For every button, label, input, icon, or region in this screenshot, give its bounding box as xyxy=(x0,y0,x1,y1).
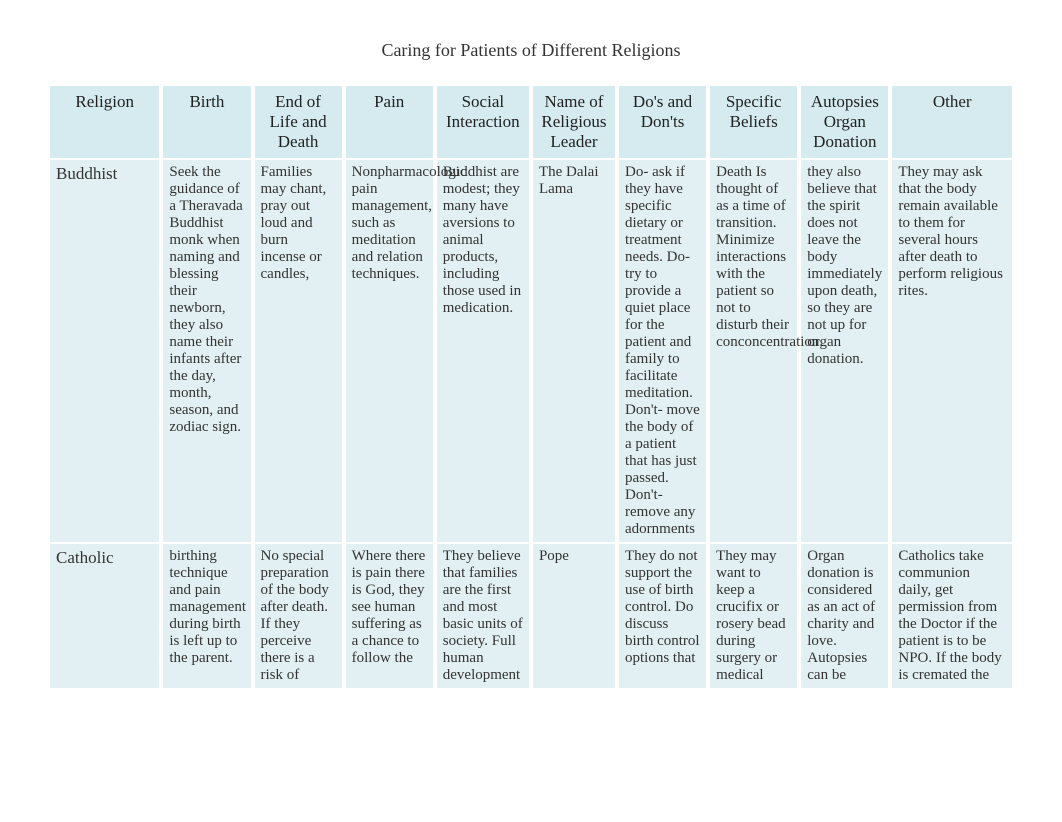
header-row: Religion Birth End of Life and Death Pai… xyxy=(50,86,1012,159)
cell-leader: The Dalai Lama xyxy=(531,159,617,543)
header-pain: Pain xyxy=(344,86,435,159)
cell-pain: Nonpharmacologic pain management, such a… xyxy=(344,159,435,543)
cell-dos: They do not support the use of birth con… xyxy=(617,543,708,688)
cell-religion: Buddhist xyxy=(50,159,161,543)
cell-social: They believe that families are the first… xyxy=(435,543,531,688)
header-leader: Name of Religious Leader xyxy=(531,86,617,159)
cell-pain: Where there is pain there is God, they s… xyxy=(344,543,435,688)
cell-endlife: No special preparation of the body after… xyxy=(253,543,344,688)
cell-beliefs: They may want to keep a crucifix or rose… xyxy=(708,543,799,688)
cell-social: Buddhist are modest; they many have aver… xyxy=(435,159,531,543)
header-birth: Birth xyxy=(161,86,252,159)
page-title: Caring for Patients of Different Religio… xyxy=(50,40,1012,61)
religion-table: Religion Birth End of Life and Death Pai… xyxy=(50,86,1012,688)
table-row: Buddhist Seek the guidance of a Theravad… xyxy=(50,159,1012,543)
header-other: Other xyxy=(890,86,1012,159)
cell-religion: Catholic xyxy=(50,543,161,688)
cell-birth: Seek the guidance of a Theravada Buddhis… xyxy=(161,159,252,543)
cell-beliefs: Death Is thought of as a time of transit… xyxy=(708,159,799,543)
header-social: Social Interaction xyxy=(435,86,531,159)
header-endlife: End of Life and Death xyxy=(253,86,344,159)
header-dos: Do's and Don'ts xyxy=(617,86,708,159)
cell-leader: Pope xyxy=(531,543,617,688)
cell-autopsy: they also believe that the spirit does n… xyxy=(799,159,890,543)
cell-dos: Do- ask if they have specific dietary or… xyxy=(617,159,708,543)
cell-endlife: Families may chant, pray out loud and bu… xyxy=(253,159,344,543)
header-autopsy: Autopsies Organ Donation xyxy=(799,86,890,159)
header-religion: Religion xyxy=(50,86,161,159)
table-row: Catholic birthing technique and pain man… xyxy=(50,543,1012,688)
cell-birth: birthing technique and pain management d… xyxy=(161,543,252,688)
cell-other: They may ask that the body remain availa… xyxy=(890,159,1012,543)
table-container: Religion Birth End of Life and Death Pai… xyxy=(50,86,1012,688)
cell-other: Catholics take communion daily, get perm… xyxy=(890,543,1012,688)
cell-autopsy: Organ donation is considered as an act o… xyxy=(799,543,890,688)
header-beliefs: Specific Beliefs xyxy=(708,86,799,159)
